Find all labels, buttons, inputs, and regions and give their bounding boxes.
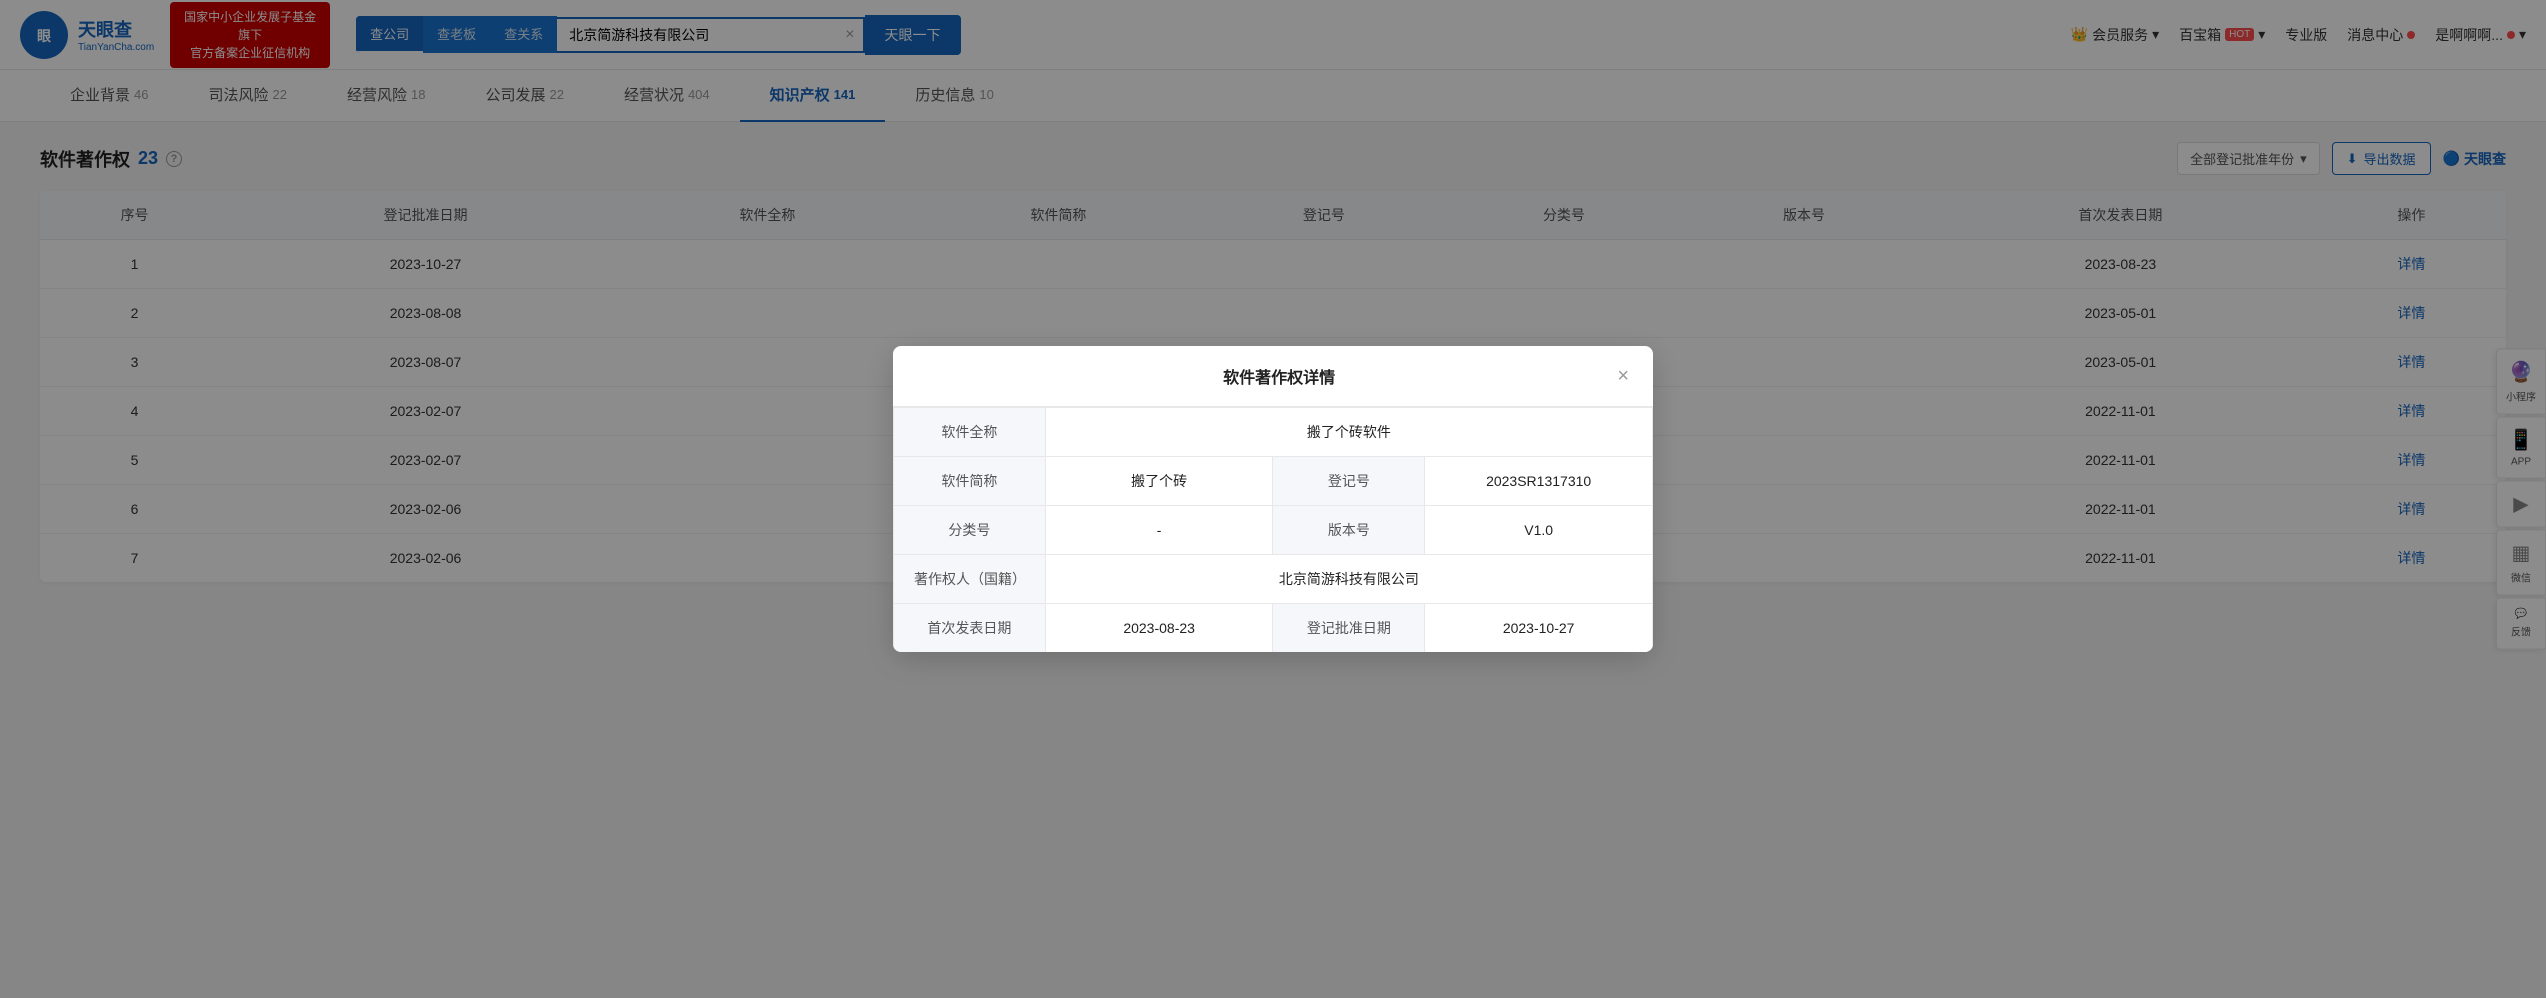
label-shortname: 软件简称: [894, 457, 1046, 506]
value-fullname: 搬了个砖软件: [1045, 408, 1652, 457]
modal-body: 软件全称 搬了个砖软件 软件简称 搬了个砖 登记号 2023SR1317310 …: [893, 407, 1653, 652]
value-regdate: 2023-10-27: [1425, 604, 1653, 653]
modal-title: 软件著作权详情: [941, 364, 1617, 388]
label-author: 著作权人（国籍）: [894, 555, 1046, 604]
label-regno: 登记号: [1273, 457, 1425, 506]
detail-row-pubdate: 首次发表日期 2023-08-23 登记批准日期 2023-10-27: [894, 604, 1653, 653]
detail-row-fullname: 软件全称 搬了个砖软件: [894, 408, 1653, 457]
modal-dialog: 软件著作权详情 × 软件全称 搬了个砖软件 软件简称 搬了个砖 登记号 2023…: [893, 346, 1653, 652]
value-version: V1.0: [1425, 506, 1653, 555]
label-version: 版本号: [1273, 506, 1425, 555]
value-regno: 2023SR1317310: [1425, 457, 1653, 506]
modal-close-button[interactable]: ×: [1617, 366, 1629, 386]
value-shortname: 搬了个砖: [1045, 457, 1273, 506]
value-pubdate: 2023-08-23: [1045, 604, 1273, 653]
label-fullname: 软件全称: [894, 408, 1046, 457]
modal-overlay[interactable]: 软件著作权详情 × 软件全称 搬了个砖软件 软件简称 搬了个砖 登记号 2023…: [0, 0, 2546, 998]
value-category: -: [1045, 506, 1273, 555]
modal-header: 软件著作权详情 ×: [893, 346, 1653, 407]
label-regdate: 登记批准日期: [1273, 604, 1425, 653]
detail-row-author: 著作权人（国籍） 北京简游科技有限公司: [894, 555, 1653, 604]
label-category: 分类号: [894, 506, 1046, 555]
label-pubdate: 首次发表日期: [894, 604, 1046, 653]
detail-row-category: 分类号 - 版本号 V1.0: [894, 506, 1653, 555]
detail-row-shortname: 软件简称 搬了个砖 登记号 2023SR1317310: [894, 457, 1653, 506]
detail-table: 软件全称 搬了个砖软件 软件简称 搬了个砖 登记号 2023SR1317310 …: [893, 407, 1653, 652]
value-author: 北京简游科技有限公司: [1045, 555, 1652, 604]
